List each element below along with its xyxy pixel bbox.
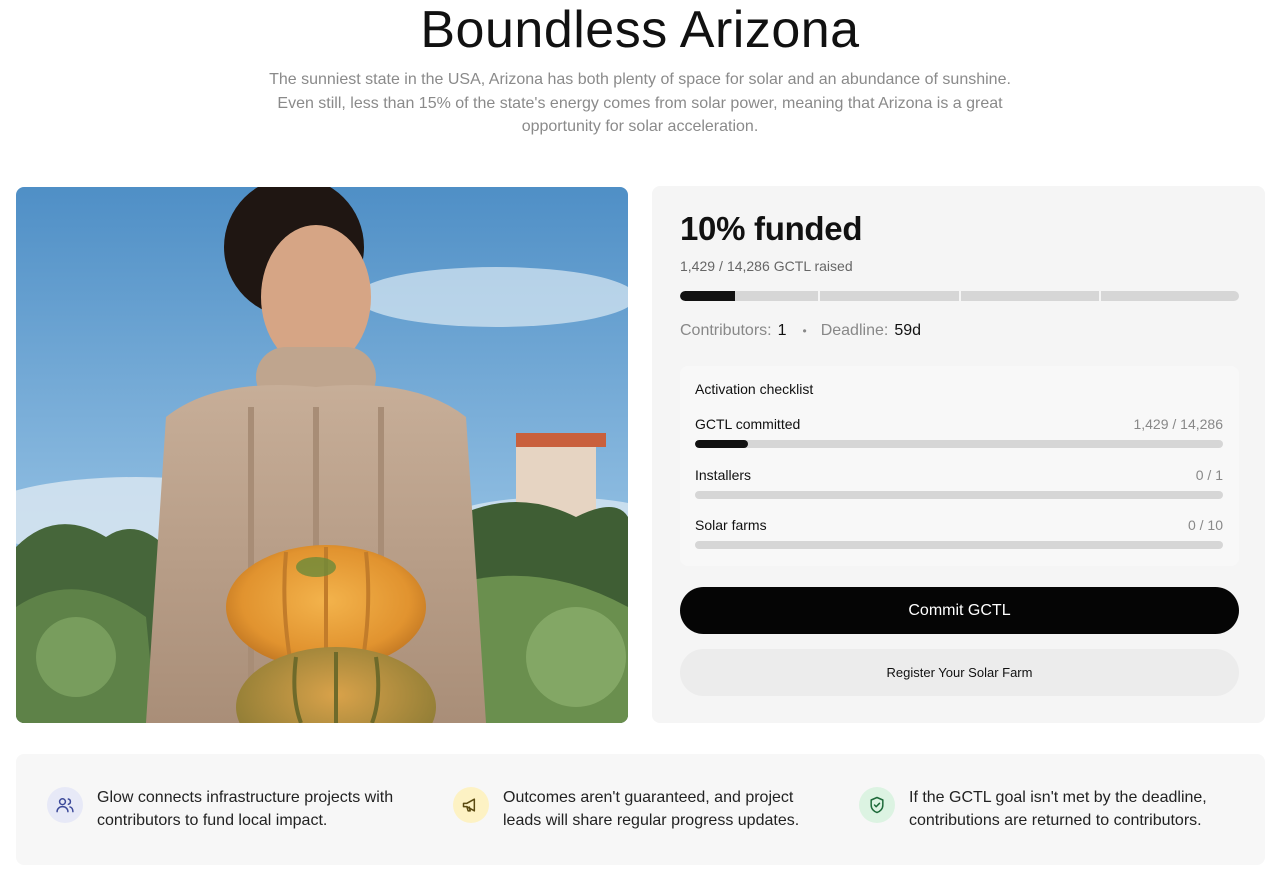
info-text: Outcomes aren't guaranteed, and project … — [503, 789, 800, 829]
checklist-item-progress — [695, 440, 1223, 448]
checklist-item-label: Installers — [695, 467, 752, 483]
checklist-item-progress — [695, 541, 1223, 549]
checklist-title: Activation checklist — [695, 381, 814, 397]
progress-segment — [820, 291, 959, 301]
info-item-outcomes: Outcomes aren't guaranteed, and project … — [453, 786, 803, 832]
photo-woman-with-pumpkins — [16, 187, 628, 723]
project-photo — [16, 187, 628, 723]
users-icon — [47, 787, 83, 823]
register-solar-farm-button[interactable]: Register Your Solar Farm — [680, 649, 1239, 696]
info-text: If the GCTL goal isn't met by the deadli… — [909, 789, 1207, 829]
progress-segment — [680, 291, 819, 301]
info-strip: Glow connects infrastructure projects wi… — [16, 754, 1265, 865]
progress-fill — [680, 291, 736, 301]
checklist-item-label: Solar farms — [695, 517, 767, 533]
info-text: Glow connects infrastructure projects wi… — [97, 789, 394, 829]
checklist-item-count: 0 / 1 — [1195, 467, 1223, 483]
deadline-value: 59d — [894, 322, 922, 339]
stats-row: Contributors: 1 • Deadline: 59d — [680, 322, 921, 340]
checklist-item-count: 0 / 10 — [1187, 517, 1223, 533]
megaphone-icon — [453, 787, 489, 823]
funding-progress-bar — [680, 291, 1239, 301]
raised-summary: 1,429/14,286 GCTL raised — [680, 258, 857, 274]
progress-segment — [1100, 291, 1239, 301]
deadline-label: Deadline: — [820, 322, 889, 339]
info-item-funding: Glow connects infrastructure projects wi… — [47, 786, 397, 832]
funded-percent-title: 10% funded — [680, 210, 863, 247]
activation-checklist: Activation checklist GCTL committed 1,42… — [680, 366, 1239, 566]
contributors-value: 1 — [777, 322, 787, 339]
page-title: Boundless Arizona — [420, 1, 860, 59]
raised-separator: / — [719, 258, 723, 274]
raised-goal: 14,286 — [726, 258, 770, 274]
progress-segment — [960, 291, 1099, 301]
stats-separator: • — [802, 324, 807, 338]
checklist-item-label: GCTL committed — [695, 416, 801, 432]
raised-amount: 1,429 — [680, 258, 716, 274]
contributors-label: Contributors: — [680, 322, 772, 339]
info-item-refund: If the GCTL goal isn't met by the deadli… — [859, 786, 1209, 832]
raised-suffix: GCTL raised — [773, 258, 853, 274]
funding-card: 10% funded 1,429/14,286 GCTL raised Contr… — [652, 186, 1265, 723]
shield-check-icon — [859, 787, 895, 823]
checklist-item-count: 1,429 / 14,286 — [1133, 416, 1223, 432]
checklist-item-progress — [695, 491, 1223, 499]
page-description: The sunniest state in the USA, Arizona h… — [269, 71, 1011, 135]
commit-gctl-button[interactable]: Commit GCTL — [680, 587, 1239, 634]
